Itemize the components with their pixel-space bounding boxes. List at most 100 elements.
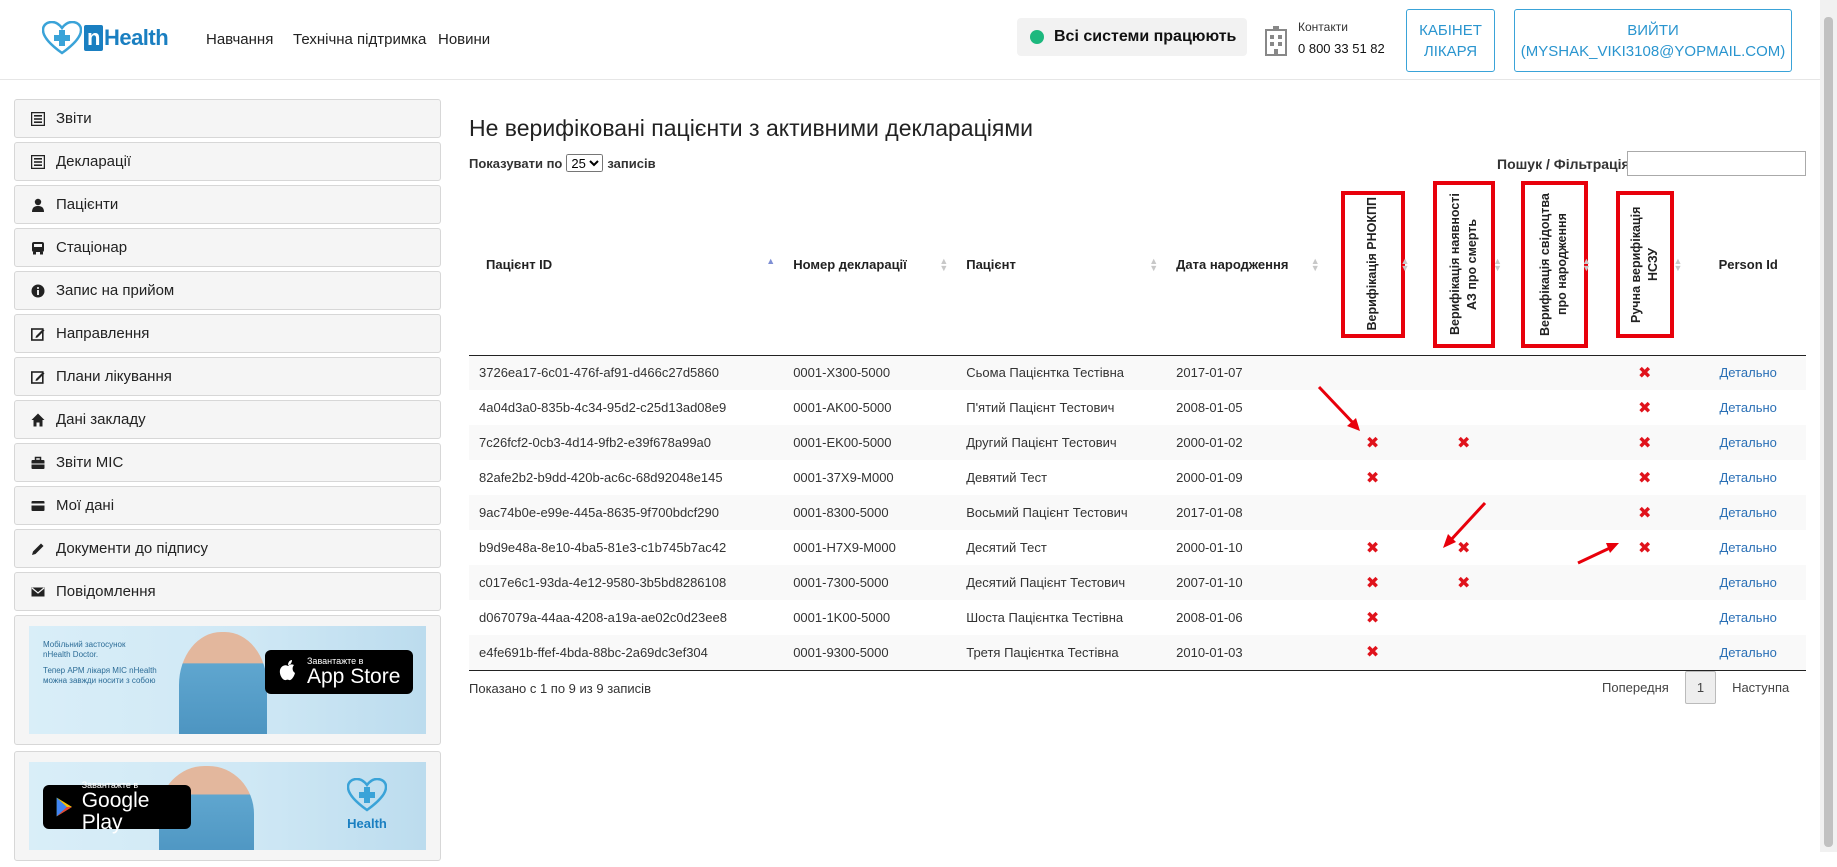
nav-training[interactable]: Навчання xyxy=(206,31,273,48)
sidebar-item-reports[interactable]: Звіти xyxy=(14,99,441,138)
birth-certificate-cell xyxy=(1510,635,1599,671)
column-header-person-id[interactable]: Person Id xyxy=(1690,174,1806,356)
sidebar-item-hospital[interactable]: Стаціонар xyxy=(14,228,441,267)
birth-certificate-cell xyxy=(1510,495,1599,530)
birth-date-cell: 2000-01-02 xyxy=(1166,425,1328,460)
details-link[interactable]: Детально xyxy=(1719,435,1776,450)
declaration-cell: 0001-1K00-5000 xyxy=(793,610,891,625)
column-header-label: Дата народження xyxy=(1176,256,1289,272)
declaration-cell: 0001-8300-5000 xyxy=(783,495,957,530)
show-suffix: записів xyxy=(607,155,656,171)
patient-id-cell: 9ac74b0e-e99e-445a-8635-9f700bdcf290 xyxy=(469,495,784,530)
details-link[interactable]: Детально xyxy=(1719,505,1776,520)
nav-support[interactable]: Технічна підтримка xyxy=(293,31,426,48)
sidebar-item-patients[interactable]: Пацієнти xyxy=(14,185,441,224)
column-header-label: Пацієнт xyxy=(966,256,1016,272)
patient-id-cell: 3726ea17-6c01-476f-af91-d466c27d5860 xyxy=(469,355,784,390)
table-row: 7c26fcf2-0cb3-4d14-9fb2-e39f678a99a0 000… xyxy=(469,425,1806,460)
birth-date-cell: 2010-01-03 xyxy=(1166,635,1328,671)
pagination-page[interactable]: 1 xyxy=(1684,671,1717,704)
details-link[interactable]: Детально xyxy=(1719,610,1776,625)
page-length-select[interactable]: 25 xyxy=(566,154,604,172)
sort-icon: ▲ ▼ xyxy=(1493,256,1503,273)
search-label: Пошук / Фільтрація xyxy=(1497,156,1630,172)
patient-id-cell: d067079a-44aa-4208-a19a-ae02c0d23ee8 xyxy=(479,610,727,625)
scrollbar-thumb[interactable] xyxy=(1824,17,1833,847)
death-record-cell: ✖ xyxy=(1417,565,1511,600)
google-play-banner[interactable]: Завантажте в Google Play Health xyxy=(29,762,426,850)
column-header-death-record-verification[interactable]: Верифікація наявності АЗ про смерть ▲ ▼ xyxy=(1417,174,1511,356)
column-header-birth-date[interactable]: Дата народження ▲ ▼ xyxy=(1166,174,1328,356)
sort-icon: ▲ ▼ xyxy=(1400,256,1410,273)
nhsu-cell xyxy=(1599,600,1690,635)
details-link[interactable]: Детально xyxy=(1719,575,1776,590)
doctor-cabinet-button[interactable]: КАБІНЕТ ЛІКАРЯ xyxy=(1406,9,1495,72)
annotation-highlight-box: Ручна верифікація НСЗУ xyxy=(1615,190,1674,338)
user-icon xyxy=(30,197,46,213)
google-play-badge[interactable]: Завантажте в Google Play xyxy=(43,780,191,834)
nav-news[interactable]: Новини xyxy=(438,31,490,48)
doctor-image xyxy=(179,632,267,734)
contacts: Контакти 0 800 33 51 82 xyxy=(1264,20,1385,56)
birth-date-cell: 2000-01-10 xyxy=(1176,540,1243,555)
cross-icon: ✖ xyxy=(1457,574,1471,592)
person-id-cell: Детально xyxy=(1690,425,1806,460)
sidebar-item-messages[interactable]: Повідомлення xyxy=(14,572,441,611)
column-header-declaration-number[interactable]: Номер декларації ▲ ▼ xyxy=(783,174,957,356)
death-record-cell xyxy=(1417,495,1511,530)
sidebar-item-declarations[interactable]: Декларації xyxy=(14,142,441,181)
declaration-cell: 0001-X300-5000 xyxy=(783,355,957,390)
column-header-nhsu-manual-verification[interactable]: Ручна верифікація НСЗУ ▲ ▼ xyxy=(1598,174,1691,356)
top-bar: n Health Навчання Технічна підтримка Нови… xyxy=(0,0,1837,80)
app-store-banner[interactable]: Мобільний застосунок nHealth Doctor. Теп… xyxy=(29,626,426,734)
death-record-cell xyxy=(1417,460,1510,495)
logo-text: n Health xyxy=(84,25,169,51)
details-link[interactable]: Детально xyxy=(1719,365,1776,380)
sidebar-item-appointment[interactable]: Запис на прийом xyxy=(14,271,441,310)
sidebar-item-referrals[interactable]: Направлення xyxy=(14,314,441,353)
column-header-patient[interactable]: Пацієнт ▲ ▼ xyxy=(956,174,1167,356)
search-input[interactable] xyxy=(1627,151,1806,176)
vertical-scrollbar[interactable] xyxy=(1820,0,1837,852)
banner-text-line: Мобільний застосунок xyxy=(43,640,126,649)
column-header-label: Ручна верифікація НСЗУ xyxy=(1628,206,1660,323)
card-icon xyxy=(30,498,46,514)
column-header-patient-id[interactable]: Пацієнт ID ▲ xyxy=(469,174,784,356)
app-store-banner-box: Мобільний застосунок nHealth Doctor. Теп… xyxy=(14,615,441,745)
column-header-rnokpp-verification[interactable]: Верифікація РНОКПП ▲ ▼ xyxy=(1327,174,1418,356)
list-icon xyxy=(30,111,46,127)
birth-date-cell: 2007-01-10 xyxy=(1166,565,1328,600)
sort-icon: ▲ ▼ xyxy=(1310,256,1320,273)
birth-date-cell: 2000-01-09 xyxy=(1176,470,1243,485)
details-link[interactable]: Детально xyxy=(1719,400,1776,415)
sidebar-item-facility-data[interactable]: Дані закладу xyxy=(14,400,441,439)
logo[interactable]: n Health xyxy=(42,18,169,58)
death-record-cell xyxy=(1417,635,1511,671)
home-icon xyxy=(30,412,46,428)
banner-logo: Health xyxy=(346,777,388,831)
sidebar: Звіти Декларації Пацієнти Стаціонар Запи… xyxy=(14,99,441,867)
banner-text-line: Тепер АРМ лікаря МІС nHealth xyxy=(43,666,157,675)
declaration-cell: 0001-AK00-5000 xyxy=(793,400,892,415)
details-link[interactable]: Детально xyxy=(1719,540,1776,555)
person-id-cell: Детально xyxy=(1690,495,1806,530)
logout-button[interactable]: ВИЙТИ (MYSHAK_VIKI3108@YOPMAIL.COM) xyxy=(1514,9,1792,72)
pagination-next[interactable]: Настунпа xyxy=(1720,680,1801,695)
app-store-badge[interactable]: Завантажте в App Store xyxy=(265,650,413,694)
rnokpp-cell: ✖ xyxy=(1327,425,1418,460)
contacts-phone: 0 800 33 51 82 xyxy=(1298,41,1385,56)
edit-icon xyxy=(30,369,46,385)
patient-name-cell: Другий Пацієнт Тестович xyxy=(956,425,1167,460)
cross-icon: ✖ xyxy=(1365,434,1380,452)
details-link[interactable]: Детально xyxy=(1719,470,1776,485)
details-link[interactable]: Детально xyxy=(1719,645,1776,660)
pagination-prev[interactable]: Попередня xyxy=(1590,680,1681,695)
sidebar-item-treatment-plans[interactable]: Плани лікування xyxy=(14,357,441,396)
column-header-birth-certificate-verification[interactable]: Верифікація свідоцтва про народження ▲ ▼ xyxy=(1510,174,1599,356)
sidebar-item-my-data[interactable]: Мої дані xyxy=(14,486,441,525)
sort-icon: ▲ ▼ xyxy=(1582,256,1591,273)
patient-id-cell: b9d9e48a-8e10-4ba5-81e3-c1b745b7ac42 xyxy=(479,540,727,555)
sidebar-item-documents-to-sign[interactable]: Документи до підпису xyxy=(14,529,441,568)
sidebar-item-mis-reports[interactable]: Звіти МІС xyxy=(14,443,441,482)
column-header-label: Номер декларації xyxy=(793,256,907,272)
